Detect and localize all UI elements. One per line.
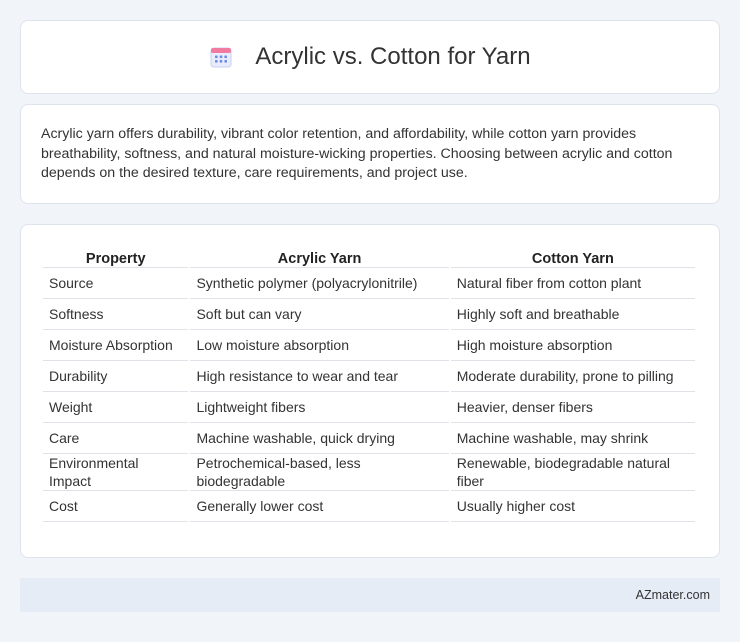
table-row: Durability High resistance to wear and t… bbox=[43, 361, 695, 392]
comparison-table: Property Acrylic Yarn Cotton Yarn Source… bbox=[41, 247, 697, 522]
footer-bar: AZmater.com bbox=[20, 578, 720, 612]
table-row: Softness Soft but can vary Highly soft a… bbox=[43, 299, 695, 330]
cell-acrylic: Generally lower cost bbox=[190, 491, 449, 522]
comparison-table-card: Property Acrylic Yarn Cotton Yarn Source… bbox=[20, 224, 720, 558]
cell-cotton: Usually higher cost bbox=[450, 491, 695, 522]
cell-acrylic: Low moisture absorption bbox=[190, 330, 449, 361]
cell-property: Softness bbox=[43, 299, 189, 330]
cell-cotton: Moderate durability, prone to pilling bbox=[450, 361, 695, 392]
cell-cotton: Natural fiber from cotton plant bbox=[450, 268, 695, 299]
table-row: Moisture Absorption Low moisture absorpt… bbox=[43, 330, 695, 361]
cell-acrylic: Synthetic polymer (polyacrylonitrile) bbox=[190, 268, 449, 299]
cell-property: Care bbox=[43, 423, 189, 454]
cell-cotton: Highly soft and breathable bbox=[450, 299, 695, 330]
cell-cotton: Machine washable, may shrink bbox=[450, 423, 695, 454]
header-acrylic: Acrylic Yarn bbox=[190, 247, 449, 268]
cell-property: Durability bbox=[43, 361, 189, 392]
cell-acrylic: Machine washable, quick drying bbox=[190, 423, 449, 454]
calendar-icon bbox=[210, 47, 232, 68]
cell-acrylic: Soft but can vary bbox=[190, 299, 449, 330]
table-row: Care Machine washable, quick drying Mach… bbox=[43, 423, 695, 454]
header-cotton: Cotton Yarn bbox=[450, 247, 695, 268]
table-header-row: Property Acrylic Yarn Cotton Yarn bbox=[43, 247, 695, 268]
cell-acrylic: High resistance to wear and tear bbox=[190, 361, 449, 392]
cell-property: Weight bbox=[43, 392, 189, 423]
table-row: Weight Lightweight fibers Heavier, dense… bbox=[43, 392, 695, 423]
footer-brand: AZmater.com bbox=[635, 588, 710, 602]
cell-cotton: Heavier, denser fibers bbox=[450, 392, 695, 423]
header-property: Property bbox=[43, 247, 189, 268]
intro-card: Acrylic yarn offers durability, vibrant … bbox=[20, 104, 720, 204]
cell-cotton: High moisture absorption bbox=[450, 330, 695, 361]
cell-property: Moisture Absorption bbox=[43, 330, 189, 361]
cell-acrylic: Lightweight fibers bbox=[190, 392, 449, 423]
cell-property: Environmental Impact bbox=[43, 454, 189, 491]
intro-text: Acrylic yarn offers durability, vibrant … bbox=[41, 126, 673, 181]
title-card: Acrylic vs. Cotton for Yarn bbox=[20, 20, 720, 94]
cell-property: Source bbox=[43, 268, 189, 299]
table-row: Source Synthetic polymer (polyacrylonitr… bbox=[43, 268, 695, 299]
table-row: Cost Generally lower cost Usually higher… bbox=[43, 491, 695, 522]
cell-cotton: Renewable, biodegradable natural fiber bbox=[450, 454, 695, 491]
cell-acrylic: Petrochemical-based, less biodegradable bbox=[190, 454, 449, 491]
table-row: Environmental Impact Petrochemical-based… bbox=[43, 454, 695, 491]
cell-property: Cost bbox=[43, 491, 189, 522]
page-title: Acrylic vs. Cotton for Yarn bbox=[255, 43, 531, 70]
